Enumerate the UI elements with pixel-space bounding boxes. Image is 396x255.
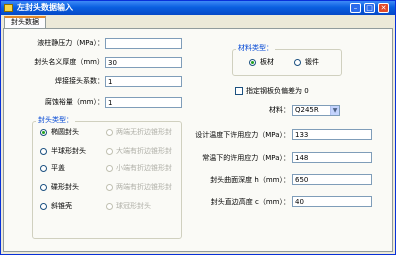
radio-cone-large-knuckle-label: 大端有折边锥形封: [116, 147, 172, 155]
radio-plate[interactable]: [249, 59, 256, 66]
zero-negative-deviation-checkbox[interactable]: [235, 87, 243, 95]
radio-oblique-cone[interactable]: [40, 203, 47, 210]
radio-cone-no-knuckle: [106, 129, 113, 136]
material-select-value: Q245R: [295, 106, 319, 114]
radio-forging[interactable]: [294, 59, 301, 66]
nominal-thickness-label: 封头名义厚度（mm）: [34, 58, 104, 66]
curved-depth-label: 封头曲面深度 h（mm）：: [210, 176, 290, 184]
radio-elliptical-head[interactable]: [40, 129, 47, 136]
curved-depth-input[interactable]: [292, 174, 372, 185]
material-select[interactable]: Q245R ▼: [292, 105, 340, 116]
design-temp-stress-label: 设计温度下许用应力（MPa）：: [195, 131, 290, 139]
room-temp-stress-label: 常温下的许用应力（MPa）：: [202, 154, 290, 162]
weld-joint-factor-input[interactable]: [105, 76, 182, 87]
radio-torispherical-head-label: 碟形封头: [51, 183, 79, 191]
radio-cone-large-knuckle: [106, 148, 113, 155]
close-button[interactable]: ✕: [378, 3, 389, 13]
straight-flange-input[interactable]: [292, 196, 372, 207]
title-bar[interactable]: 左封头数据输入 – □ ✕: [1, 1, 395, 15]
tab-panel: 液柱静压力（MPa）： 封头名义厚度（mm） 焊接接头系数： 腐蚀裕量（mm）：…: [3, 28, 393, 252]
corrosion-allowance-input[interactable]: [105, 97, 182, 108]
design-temp-stress-input[interactable]: [292, 129, 372, 140]
radio-flat-cover-label: 平盖: [51, 164, 65, 172]
head-type-group-title: 封头类型：: [36, 116, 75, 125]
tab-head-data[interactable]: 封头数据: [4, 16, 46, 28]
zero-negative-deviation-label: 指定钢板负偏差为 0: [246, 87, 309, 95]
corrosion-allowance-label: 腐蚀裕量（mm）：: [44, 98, 104, 106]
straight-flange-label: 封头直边高度 c（mm）：: [210, 198, 290, 206]
window-title: 左封头数据输入: [17, 3, 73, 12]
radio-forging-label: 锻件: [305, 58, 319, 66]
hydrostatic-pressure-label: 液柱静压力（MPa）：: [37, 39, 104, 47]
radio-cone-no-knuckle-label: 两端无折边锥形封: [116, 128, 172, 136]
radio-cone-small-knuckle-label: 小端有折边锥形封: [116, 164, 172, 172]
room-temp-stress-input[interactable]: [292, 152, 372, 163]
radio-cone-both-knuckle-label: 两端有折边锥形封: [116, 183, 172, 191]
weld-joint-factor-label: 焊接接头系数：: [55, 77, 104, 85]
app-icon: [4, 4, 13, 12]
hydrostatic-pressure-input[interactable]: [105, 38, 182, 49]
maximize-button[interactable]: □: [364, 3, 375, 13]
dialog-window: 左封头数据输入 – □ ✕ 封头数据 液柱静压力（MPa）： 封头名义厚度（mm…: [0, 0, 396, 255]
chevron-down-icon[interactable]: ▼: [330, 106, 339, 115]
nominal-thickness-input[interactable]: [105, 57, 182, 68]
radio-plate-label: 板材: [260, 58, 274, 66]
radio-torispherical-head[interactable]: [40, 184, 47, 191]
radio-hemispherical-head-label: 半球形封头: [51, 147, 86, 155]
material-type-group-title: 材料类型：: [236, 44, 275, 53]
head-type-group: [32, 121, 182, 239]
minimize-button[interactable]: –: [350, 3, 361, 13]
radio-cone-small-knuckle: [106, 165, 113, 172]
radio-hemispherical-head[interactable]: [40, 148, 47, 155]
material-label: 材料：: [269, 106, 290, 114]
radio-cone-both-knuckle: [106, 184, 113, 191]
radio-elliptical-head-label: 椭圆封头: [51, 128, 79, 136]
radio-oblique-cone-label: 斜锥壳: [51, 202, 72, 210]
radio-flat-cover[interactable]: [40, 165, 47, 172]
radio-spherical-cap: [106, 203, 113, 210]
radio-spherical-cap-label: 球冠形封头: [116, 202, 151, 210]
